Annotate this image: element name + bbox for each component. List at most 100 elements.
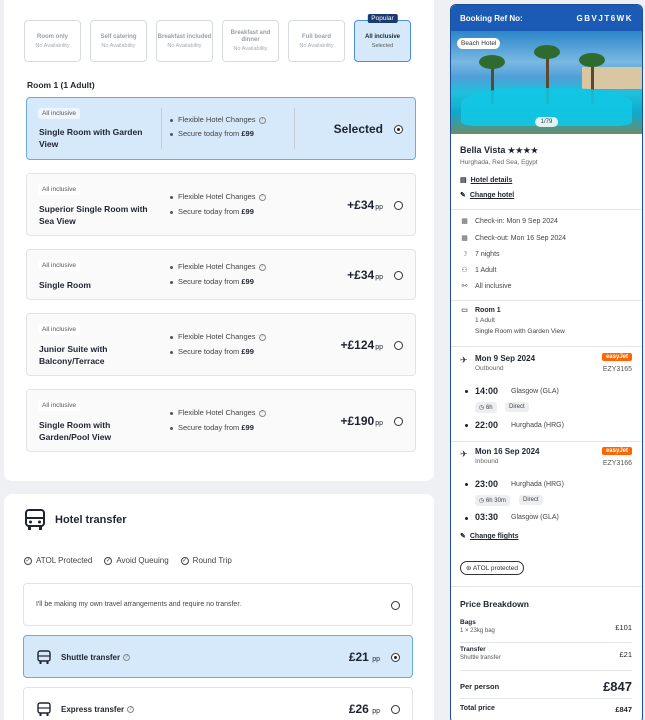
document-icon: ▤: [460, 177, 467, 184]
transfer-option-none[interactable]: I'll be making my own travel arrangement…: [23, 583, 413, 626]
divider: [460, 642, 632, 643]
board-breakfast-and-dinner[interactable]: Breakfast and dinner No Availability: [222, 20, 279, 62]
board-room-only[interactable]: Room only No Availability: [24, 20, 81, 62]
board-full-board[interactable]: Full board No Availability: [288, 20, 345, 62]
board-availability: No Availability: [101, 42, 136, 49]
inbound-arr-place: Glasgow (GLA): [511, 514, 559, 521]
feature-round-trip: ✓ Round Trip: [180, 556, 232, 565]
room-selection-card: Room only No Availability Self catering …: [4, 0, 434, 481]
pencil-icon: ✎: [460, 192, 466, 199]
feature-secure: Secure today from £99: [170, 347, 254, 356]
transfer-radio[interactable]: [391, 601, 400, 610]
feature-secure: Secure today from £99: [170, 423, 254, 432]
inbound-stops: Direct: [519, 495, 543, 505]
board-icon: ⚯: [461, 283, 468, 290]
outbound-arr-time: 22:00: [475, 420, 499, 430]
room-radio[interactable]: [394, 271, 403, 280]
room-radio[interactable]: [394, 201, 403, 210]
change-hotel-link[interactable]: ✎ Change hotel: [460, 191, 514, 199]
booking-ref-code: GBVJT6WK: [576, 13, 633, 23]
feature-secure: Secure today from £99: [170, 129, 254, 138]
room-name: Junior Suite with Balcony/Terrace: [39, 344, 108, 366]
clock-icon: ◷: [479, 405, 485, 411]
transfer-radio[interactable]: [391, 705, 400, 714]
feature-flexible: Flexible Hotel Changes?: [170, 332, 266, 341]
info-icon[interactable]: ?: [123, 654, 131, 662]
bus-icon: [25, 509, 45, 530]
transfer-label: Express transfer?: [61, 705, 135, 714]
room-option-single[interactable]: All inclusive Single Room Flexible Hotel…: [26, 249, 416, 300]
board-label: Breakfast included: [157, 33, 212, 40]
board-label: Breakfast and dinner: [230, 30, 271, 43]
room-name: Single Room: [39, 280, 91, 290]
transfer-price: £26 pp: [348, 702, 380, 716]
outbound-stops: Direct: [505, 402, 529, 412]
booking-summary: Booking Ref No: GBVJT6WK Beach Hotel 1/7…: [450, 4, 643, 720]
board-label: Room only: [37, 33, 68, 40]
bus-icon: [37, 702, 51, 716]
outbound-duration: ◷ 6h: [475, 402, 497, 413]
board-tag: All inclusive: [38, 400, 80, 411]
transfer-option-express[interactable]: Express transfer? £26 pp: [23, 687, 413, 720]
feature-atol: ✓ ATOL Protected: [24, 556, 93, 565]
info-icon[interactable]: ?: [258, 116, 266, 124]
room-option-junior-suite[interactable]: All inclusive Junior Suite with Balcony/…: [26, 313, 416, 376]
board-availability: No Availability: [233, 46, 268, 52]
board-options: Room only No Availability Self catering …: [24, 14, 411, 62]
board-all-inclusive[interactable]: Popular All inclusive Selected: [354, 14, 411, 62]
room-summary-adults: 1 Adult: [475, 317, 495, 324]
timeline-dot: [465, 390, 468, 393]
outbound-date: Mon 9 Sep 2024: [475, 354, 536, 363]
room-option-sea-view[interactable]: All inclusive Superior Single Room with …: [26, 173, 416, 236]
inbound-flight-code: EZY3166: [602, 460, 632, 467]
check-icon: ✓: [24, 556, 32, 565]
room-option-garden-pool-view[interactable]: All inclusive Single Room with Garden/Po…: [26, 389, 416, 452]
atol-icon: ⊛: [466, 565, 472, 572]
booking-ref-bar: Booking Ref No: GBVJT6WK: [451, 5, 642, 31]
booking-ref-label: Booking Ref No:: [460, 13, 523, 23]
feature-flexible: Flexible Hotel Changes?: [170, 408, 266, 417]
nights: ☽ 7 nights: [461, 251, 500, 258]
per-person-price: Per person £847: [460, 679, 632, 694]
bed-icon: ▭: [461, 307, 468, 314]
feature-secure: Secure today from £99: [170, 207, 254, 216]
room-price: +£124pp: [340, 338, 384, 352]
check-icon: ✓: [180, 556, 189, 565]
room-name: Superior Single Room with Sea View: [39, 204, 148, 226]
room-summary-title: ▭ Room 1: [461, 307, 501, 314]
board-tag: All inclusive: [38, 260, 80, 271]
room-radio[interactable]: [394, 341, 403, 350]
inbound-label: Inbound: [475, 458, 499, 465]
inbound-date: Mon 16 Sep 2024: [475, 447, 540, 456]
board-label: Full board: [302, 33, 331, 40]
timeline-dot: [465, 424, 468, 427]
easyjet-logo: easyJet: [601, 353, 632, 361]
board-breakfast-included[interactable]: Breakfast included No Availability: [156, 20, 213, 62]
feature-flexible: Flexible Hotel Changes?: [170, 115, 266, 124]
divider: [451, 586, 642, 587]
transfer-radio[interactable]: [391, 653, 400, 662]
room-radio[interactable]: [394, 125, 403, 134]
price-row-bags: Bags 1 × 23kg bag £101: [460, 619, 632, 634]
info-icon[interactable]: ?: [258, 409, 266, 417]
info-icon[interactable]: ?: [127, 706, 135, 714]
hotel-image[interactable]: Beach Hotel 1/79: [451, 31, 642, 134]
room-radio[interactable]: [394, 417, 403, 426]
bus-icon: [37, 650, 51, 664]
info-icon[interactable]: ?: [258, 263, 266, 271]
inbound-dep-time: 23:00: [475, 479, 499, 489]
info-icon[interactable]: ?: [258, 333, 266, 341]
easyjet-logo: easyJet: [601, 447, 632, 455]
check-out: ▦ Check-out: Mon 16 Sep 2024: [461, 235, 567, 242]
transfer-option-shuttle[interactable]: Shuttle transfer? £21 pp: [23, 635, 413, 678]
info-icon[interactable]: ?: [258, 193, 266, 201]
board-label: Self catering: [100, 33, 137, 40]
room-option-garden-view[interactable]: All inclusive Single Room with Garden Vi…: [26, 97, 416, 160]
transfer-label: Shuttle transfer?: [61, 653, 131, 662]
room-price: +£34pp: [347, 268, 383, 282]
board-self-catering[interactable]: Self catering No Availability: [90, 20, 147, 62]
change-flights-link[interactable]: ✎ Change flights: [460, 532, 519, 540]
transfer-features: ✓ ATOL Protected ✓ Avoid Queuing ✓ Round Tr…: [24, 556, 232, 565]
people-icon: ⚇: [461, 267, 468, 274]
hotel-details-link[interactable]: ▤ Hotel details: [460, 176, 512, 184]
